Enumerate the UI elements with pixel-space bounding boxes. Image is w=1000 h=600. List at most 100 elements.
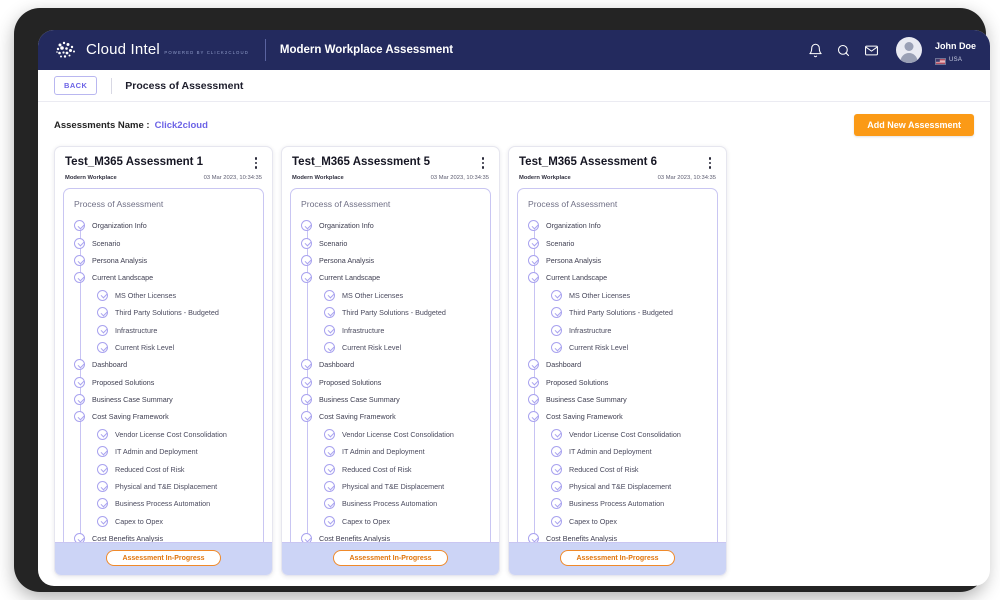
process-step[interactable]: Infrastructure [528, 321, 717, 338]
process-step[interactable]: Business Process Automation [528, 495, 717, 512]
process-step[interactable]: Physical and T&E Displacement [528, 478, 717, 495]
process-step[interactable]: Dashboard [74, 356, 263, 373]
process-step[interactable]: Organization Info [301, 217, 490, 234]
process-step[interactable]: Business Case Summary [74, 391, 263, 408]
check-circle-icon [74, 394, 85, 406]
process-step[interactable]: Current Landscape [74, 269, 263, 286]
process-step[interactable]: Capex to Opex [528, 513, 717, 530]
process-step-label: Current Landscape [92, 273, 154, 283]
process-step[interactable]: IT Admin and Deployment [528, 443, 717, 460]
process-step[interactable]: Physical and T&E Displacement [301, 478, 490, 495]
process-step[interactable]: Business Case Summary [528, 391, 717, 408]
check-circle-icon [551, 324, 562, 336]
assessment-card[interactable]: Test_M365 Assessment 6 Modern Workplace … [508, 146, 727, 576]
more-options-icon[interactable] [477, 156, 489, 170]
process-step[interactable]: IT Admin and Deployment [74, 443, 263, 460]
process-step[interactable]: Cost Benefits Analysis [74, 530, 263, 542]
process-step[interactable]: Scenario [528, 234, 717, 251]
process-step[interactable]: Scenario [301, 234, 490, 251]
process-step[interactable]: Third Party Solutions - Budgeted [528, 304, 717, 321]
process-step[interactable]: Dashboard [528, 356, 717, 373]
process-step[interactable]: Persona Analysis [301, 252, 490, 269]
process-step[interactable]: Organization Info [74, 217, 263, 234]
process-step[interactable]: Reduced Cost of Risk [301, 460, 490, 477]
assessment-card-title: Test_M365 Assessment 5 [292, 156, 431, 168]
process-step[interactable]: Dashboard [301, 356, 490, 373]
back-button[interactable]: BACK [54, 76, 98, 95]
process-panel-title: Process of Assessment [528, 199, 618, 209]
process-step[interactable]: MS Other Licenses [301, 287, 490, 304]
process-step-label: Current Risk Level [342, 342, 402, 352]
process-step[interactable]: Infrastructure [74, 321, 263, 338]
user-info[interactable]: John Doe USA [934, 35, 976, 65]
process-step[interactable]: Scenario [74, 234, 263, 251]
process-step[interactable]: Vendor License Cost Consolidation [74, 426, 263, 443]
process-step[interactable]: Proposed Solutions [74, 374, 263, 391]
process-step-label: Third Party Solutions - Budgeted [342, 308, 446, 318]
assessment-card[interactable]: Test_M365 Assessment 1 Modern Workplace … [54, 146, 273, 576]
bell-icon[interactable] [808, 43, 823, 58]
check-circle-icon [74, 376, 85, 388]
status-badge[interactable]: Assessment In-Progress [560, 550, 675, 566]
process-step-label: Business Process Automation [342, 499, 438, 509]
process-step[interactable]: Persona Analysis [528, 252, 717, 269]
assessment-card[interactable]: Test_M365 Assessment 5 Modern Workplace … [281, 146, 500, 576]
brand-subtitle: Powered by Click2Cloud [164, 50, 249, 55]
process-step[interactable]: Current Landscape [301, 269, 490, 286]
process-step-label: Physical and T&E Displacement [569, 482, 672, 492]
process-step-label: Vendor License Cost Consolidation [569, 429, 681, 439]
process-step[interactable]: Cost Saving Framework [528, 408, 717, 425]
process-step-label: Current Risk Level [115, 342, 175, 352]
process-step[interactable]: Third Party Solutions - Budgeted [74, 304, 263, 321]
process-step[interactable]: MS Other Licenses [528, 287, 717, 304]
more-options-icon[interactable] [704, 156, 716, 170]
check-circle-icon [324, 289, 335, 301]
assessment-name-value[interactable]: Click2cloud [155, 120, 208, 131]
process-step-label: Cost Saving Framework [546, 412, 623, 422]
process-step[interactable]: Capex to Opex [74, 513, 263, 530]
check-circle-icon [301, 359, 312, 371]
status-badge[interactable]: Assessment In-Progress [333, 550, 448, 566]
check-circle-icon [551, 289, 562, 301]
process-step[interactable]: IT Admin and Deployment [301, 443, 490, 460]
process-step[interactable]: Current Risk Level [74, 339, 263, 356]
process-step[interactable]: Current Landscape [528, 269, 717, 286]
status-badge[interactable]: Assessment In-Progress [106, 550, 221, 566]
process-step[interactable]: Cost Saving Framework [301, 408, 490, 425]
process-step[interactable]: Cost Benefits Analysis [301, 530, 490, 542]
process-step[interactable]: Capex to Opex [301, 513, 490, 530]
assessment-name-label: Assessments Name : [54, 119, 150, 131]
process-step[interactable]: MS Other Licenses [74, 287, 263, 304]
app-screen: Cloud Intel Powered by Click2Cloud Moder… [38, 30, 990, 586]
brand-logo[interactable]: Cloud Intel Powered by Click2Cloud [54, 39, 249, 61]
check-circle-icon [97, 289, 108, 301]
process-step-label: Physical and T&E Displacement [342, 482, 445, 492]
process-step[interactable]: Business Case Summary [301, 391, 490, 408]
process-step[interactable]: Third Party Solutions - Budgeted [301, 304, 490, 321]
process-step[interactable]: Infrastructure [301, 321, 490, 338]
process-step[interactable]: Current Risk Level [301, 339, 490, 356]
process-step[interactable]: Reduced Cost of Risk [528, 460, 717, 477]
process-step[interactable]: Business Process Automation [301, 495, 490, 512]
process-step-label: Reduced Cost of Risk [569, 464, 639, 474]
process-step-label: Business Case Summary [92, 395, 173, 405]
process-step[interactable]: Current Risk Level [528, 339, 717, 356]
process-step[interactable]: Cost Benefits Analysis [528, 530, 717, 542]
add-new-assessment-button[interactable]: Add New Assessment [854, 114, 974, 136]
mail-icon[interactable] [864, 43, 879, 58]
process-step[interactable]: Reduced Cost of Risk [74, 460, 263, 477]
search-icon[interactable] [836, 43, 851, 58]
assessment-type-label: Modern Workplace [292, 175, 344, 181]
process-step[interactable]: Vendor License Cost Consolidation [301, 426, 490, 443]
more-options-icon[interactable] [250, 156, 262, 170]
process-step[interactable]: Physical and T&E Displacement [74, 478, 263, 495]
process-step[interactable]: Cost Saving Framework [74, 408, 263, 425]
process-step[interactable]: Vendor License Cost Consolidation [528, 426, 717, 443]
process-step[interactable]: Proposed Solutions [528, 374, 717, 391]
process-step[interactable]: Persona Analysis [74, 252, 263, 269]
process-step-label: IT Admin and Deployment [569, 447, 652, 457]
user-avatar[interactable] [895, 37, 922, 63]
process-step[interactable]: Business Process Automation [74, 495, 263, 512]
process-step[interactable]: Proposed Solutions [301, 374, 490, 391]
process-step[interactable]: Organization Info [528, 217, 717, 234]
